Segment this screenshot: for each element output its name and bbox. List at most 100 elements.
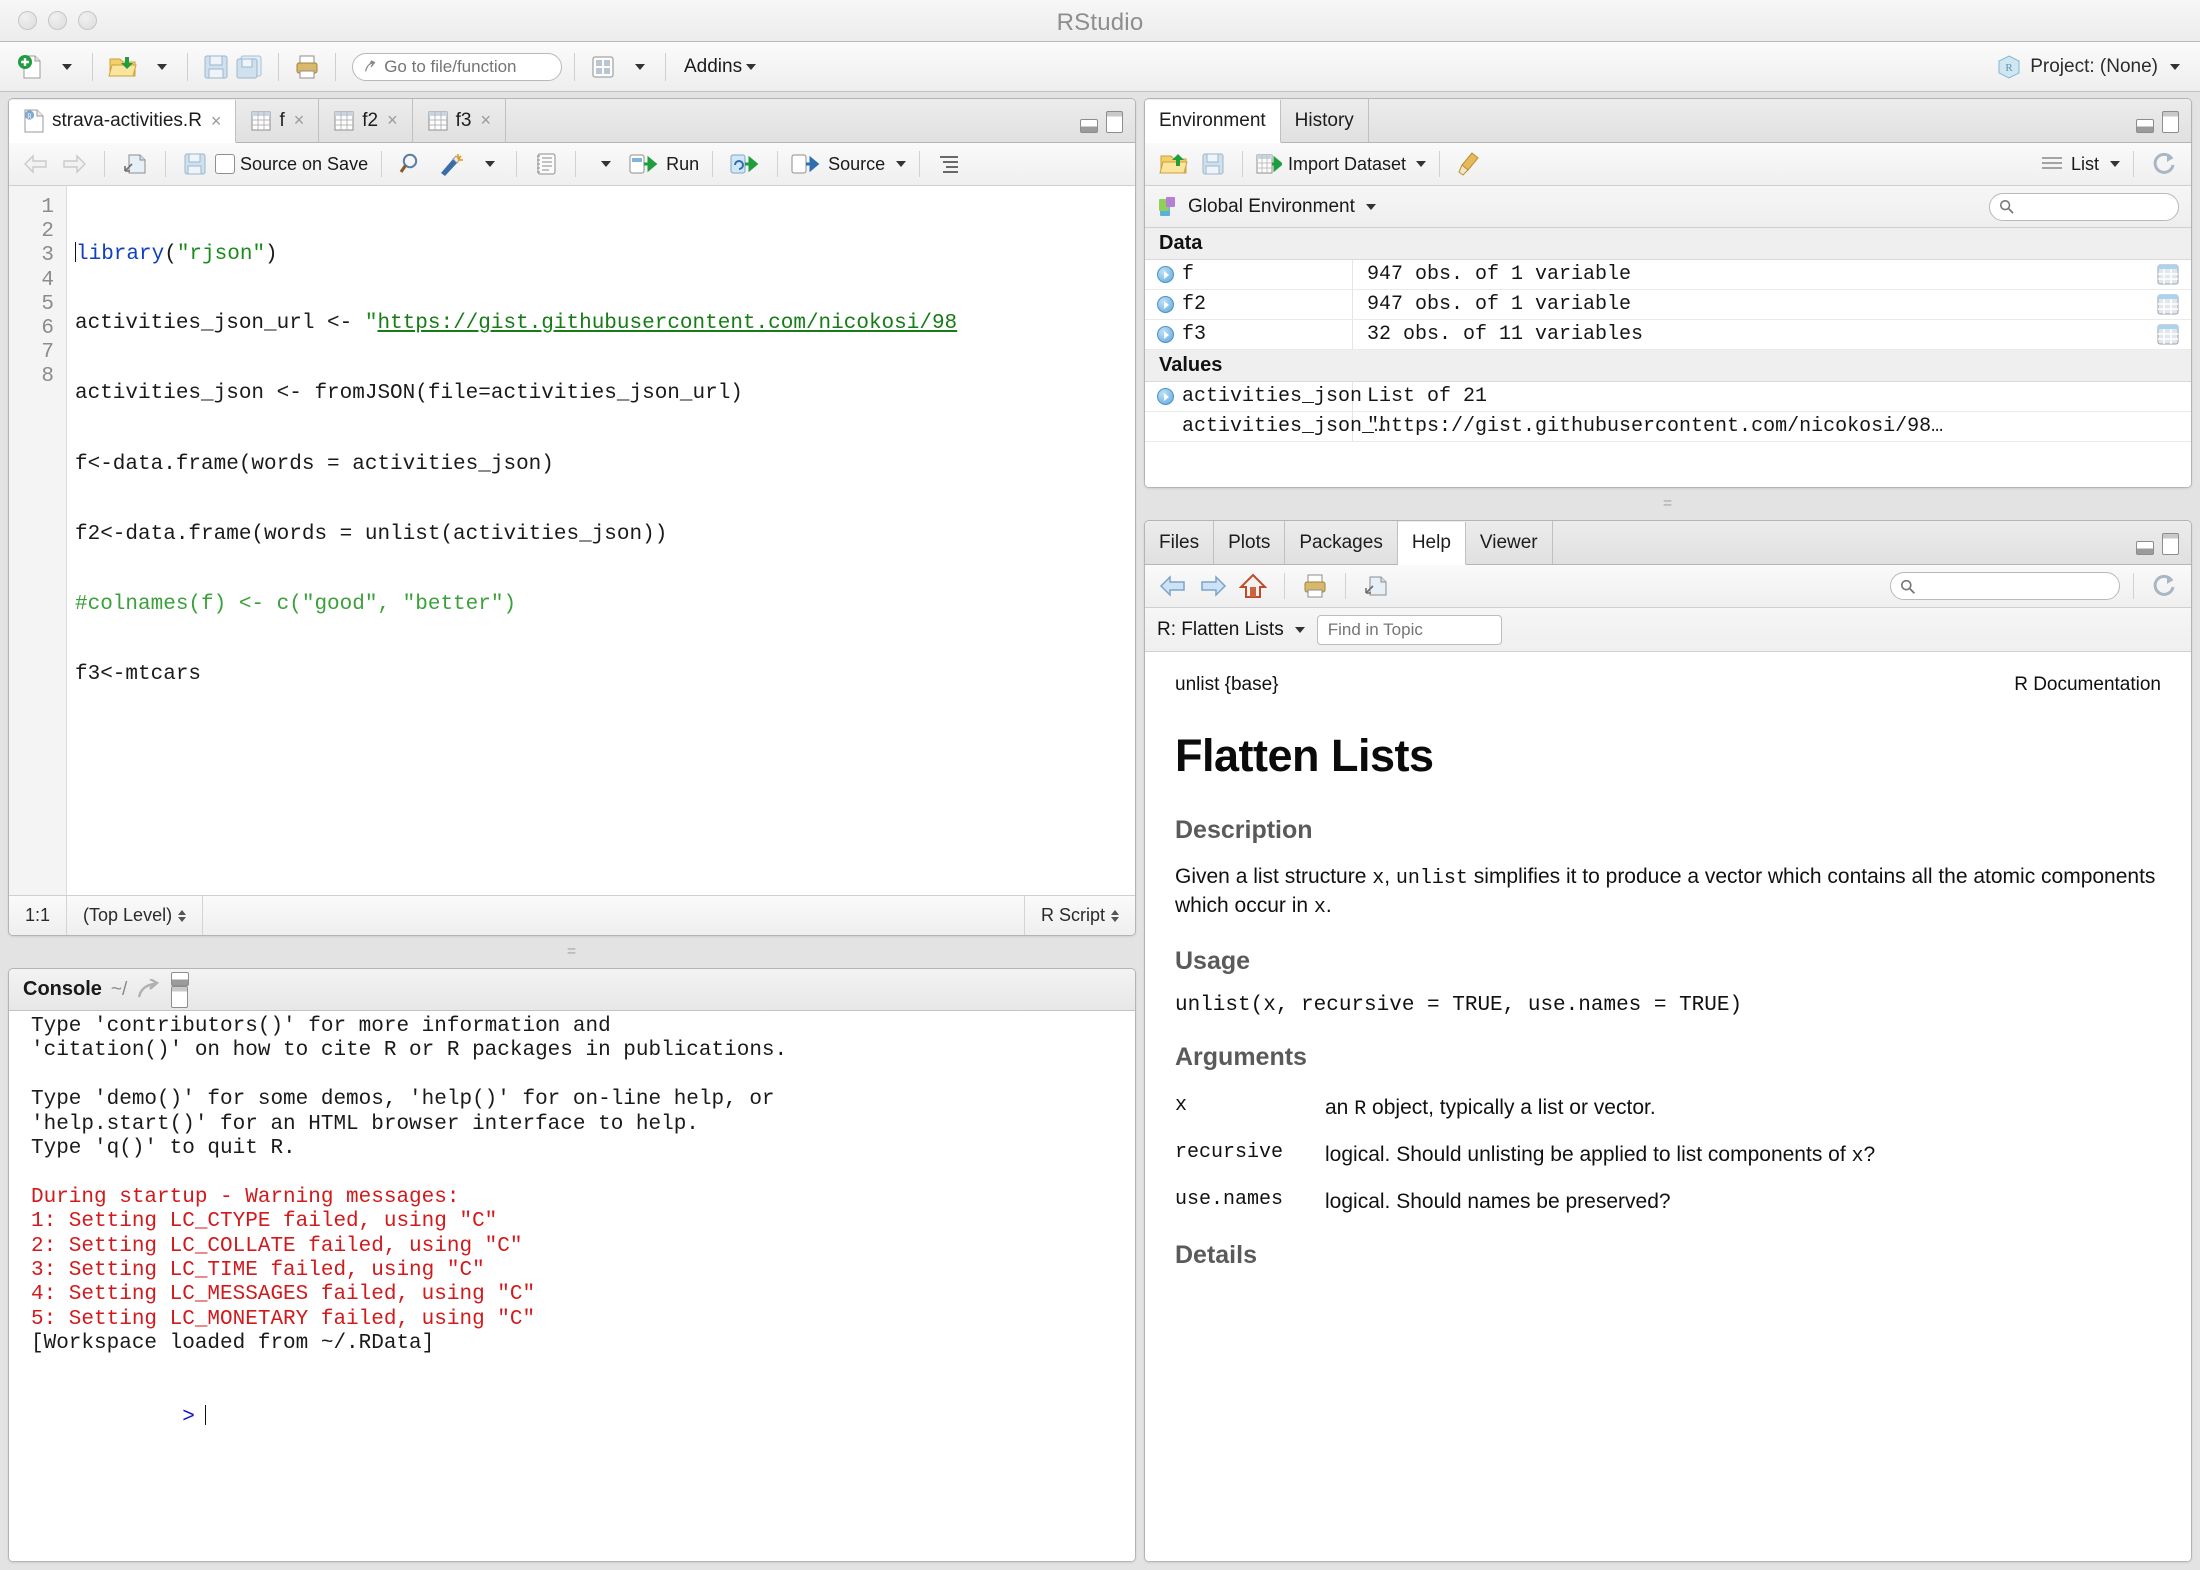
tab-packages[interactable]: Packages xyxy=(1285,521,1398,564)
close-icon[interactable]: × xyxy=(294,110,305,131)
help-print-button[interactable] xyxy=(1298,570,1332,602)
save-workspace-button[interactable] xyxy=(1197,148,1229,180)
expand-icon[interactable] xyxy=(1157,296,1174,313)
tab-history[interactable]: History xyxy=(1281,99,1369,142)
editor-back-button[interactable] xyxy=(19,148,53,180)
expand-icon[interactable] xyxy=(1157,326,1174,343)
maximize-pane-icon[interactable] xyxy=(2162,111,2179,133)
file-type-selector[interactable]: R Script xyxy=(1023,896,1135,935)
help-search-input[interactable] xyxy=(1921,577,2110,595)
view-data-cell[interactable] xyxy=(2145,293,2191,317)
editor-tab-f[interactable]: f × xyxy=(236,99,320,142)
code-editor[interactable]: 1 2 3 4 5 6 7 8 library("rjson") activit… xyxy=(9,186,1135,895)
help-document[interactable]: unlist {base} R Documentation Flatten Li… xyxy=(1145,652,2191,1561)
environment-row-activities-json[interactable]: activities_json List of 21 xyxy=(1145,382,2191,412)
code-text-area[interactable]: library("rjson") activities_json_url <- … xyxy=(67,186,1135,895)
load-workspace-button[interactable] xyxy=(1155,148,1193,180)
find-in-topic-box[interactable] xyxy=(1316,614,1502,645)
code-url-token[interactable]: https://gist.githubusercontent.com/nicok… xyxy=(377,312,957,335)
help-forward-button[interactable] xyxy=(1195,570,1231,602)
editor-tab-strava-activities[interactable]: R strava-activities.R × xyxy=(9,100,237,143)
goto-file-function-box[interactable] xyxy=(352,52,562,81)
vertical-splitter-right[interactable]: = xyxy=(1144,495,2192,512)
show-in-new-window-button[interactable] xyxy=(118,148,152,180)
view-mode-selector[interactable]: List xyxy=(2040,154,2120,175)
find-replace-button[interactable] xyxy=(395,148,429,180)
environment-row-activities-json-url[interactable]: activities_json_… "https://gist.githubus… xyxy=(1145,412,2191,442)
workspace-panes-dropdown[interactable] xyxy=(623,50,653,84)
new-file-dropdown[interactable] xyxy=(50,50,80,84)
global-environment-selector[interactable]: Global Environment xyxy=(1157,195,1376,219)
print-button[interactable] xyxy=(291,50,323,84)
tab-plots[interactable]: Plots xyxy=(1214,521,1286,564)
environment-row-f3[interactable]: f3 32 obs. of 11 variables xyxy=(1145,320,2191,350)
editor-forward-button[interactable] xyxy=(57,148,91,180)
editor-tab-f2[interactable]: f2 × xyxy=(319,99,413,142)
document-outline-button[interactable] xyxy=(933,148,965,180)
environment-search-input[interactable] xyxy=(2019,197,2169,216)
scope-selector[interactable]: (Top Level) xyxy=(67,896,204,935)
close-icon[interactable]: × xyxy=(480,110,491,131)
help-topic-selector[interactable]: R: Flatten Lists xyxy=(1157,619,1305,641)
import-dataset-button[interactable]: Import Dataset xyxy=(1256,152,1427,176)
workspace-panes-button[interactable] xyxy=(587,50,619,84)
toolbar-separator xyxy=(516,151,518,177)
code-tools-button[interactable] xyxy=(433,148,469,180)
addins-button[interactable]: Addins xyxy=(684,56,757,78)
goto-file-input[interactable] xyxy=(384,56,551,77)
code-tools-dropdown[interactable] xyxy=(473,148,503,180)
expand-icon[interactable] xyxy=(1157,266,1174,283)
view-data-grid-icon[interactable] xyxy=(2155,263,2181,287)
maximize-pane-icon[interactable] xyxy=(171,985,189,1008)
maximize-pane-icon[interactable] xyxy=(1106,111,1123,133)
tab-help[interactable]: Help xyxy=(1397,522,1466,565)
environment-row-f[interactable]: f 947 obs. of 1 variable xyxy=(1145,260,2191,290)
view-data-grid-icon[interactable] xyxy=(2155,293,2181,317)
clear-objects-button[interactable] xyxy=(1453,148,1485,180)
environment-search-box[interactable] xyxy=(1989,192,2179,221)
help-doc-source: R Documentation xyxy=(2014,674,2161,695)
environment-refresh-button[interactable] xyxy=(2147,148,2181,180)
view-data-cell[interactable] xyxy=(2145,323,2191,347)
source-button[interactable]: Source xyxy=(791,152,907,176)
source-on-save-checkbox[interactable] xyxy=(215,154,235,174)
run-button[interactable]: Run xyxy=(629,152,699,176)
show-in-new-window-icon[interactable] xyxy=(136,978,162,1001)
view-data-cell[interactable] xyxy=(2145,263,2191,287)
compile-report-button[interactable] xyxy=(530,148,562,180)
tab-files[interactable]: Files xyxy=(1145,521,1215,564)
console-output[interactable]: Type 'contributors()' for more informati… xyxy=(9,1011,1135,1561)
rerun-previous-button[interactable] xyxy=(726,148,764,180)
help-popout-button[interactable] xyxy=(1359,570,1393,602)
environment-row-f2[interactable]: f2 947 obs. of 1 variable xyxy=(1145,290,2191,320)
save-all-button[interactable] xyxy=(232,50,266,84)
new-file-button[interactable] xyxy=(14,50,46,84)
help-back-button[interactable] xyxy=(1155,570,1191,602)
tab-environment[interactable]: Environment xyxy=(1145,100,1281,143)
help-refresh-button[interactable] xyxy=(2147,570,2181,602)
minimize-pane-icon[interactable] xyxy=(2136,119,2154,133)
console-prompt-line[interactable]: > xyxy=(31,1381,1135,1429)
close-icon[interactable]: × xyxy=(211,111,222,132)
project-selector[interactable]: R Project: (None) xyxy=(1996,54,2186,80)
open-file-dropdown[interactable] xyxy=(145,50,175,84)
minimize-pane-icon[interactable] xyxy=(171,971,190,986)
view-data-grid-icon[interactable] xyxy=(2155,323,2181,347)
find-in-topic-input[interactable] xyxy=(1327,619,1491,640)
editor-save-button[interactable] xyxy=(179,148,211,180)
expand-icon[interactable] xyxy=(1157,388,1174,405)
maximize-pane-icon[interactable] xyxy=(2162,533,2179,555)
help-home-button[interactable] xyxy=(1235,570,1271,602)
minimize-pane-icon[interactable] xyxy=(1080,119,1098,133)
source-on-save-control[interactable]: Source on Save xyxy=(215,154,368,175)
vertical-splitter[interactable]: = xyxy=(8,943,1136,960)
save-button[interactable] xyxy=(200,50,232,84)
tab-viewer[interactable]: Viewer xyxy=(1466,521,1553,564)
minimize-pane-icon[interactable] xyxy=(2136,541,2154,555)
close-icon[interactable]: × xyxy=(387,110,398,131)
help-search-box[interactable] xyxy=(1890,572,2120,600)
environment-object-list[interactable]: Data f 947 obs. of 1 variable f2 947 obs… xyxy=(1145,228,2191,487)
run-options-dropdown[interactable] xyxy=(589,148,619,180)
open-file-button[interactable] xyxy=(105,50,141,84)
editor-tab-f3[interactable]: f3 × xyxy=(413,99,506,142)
